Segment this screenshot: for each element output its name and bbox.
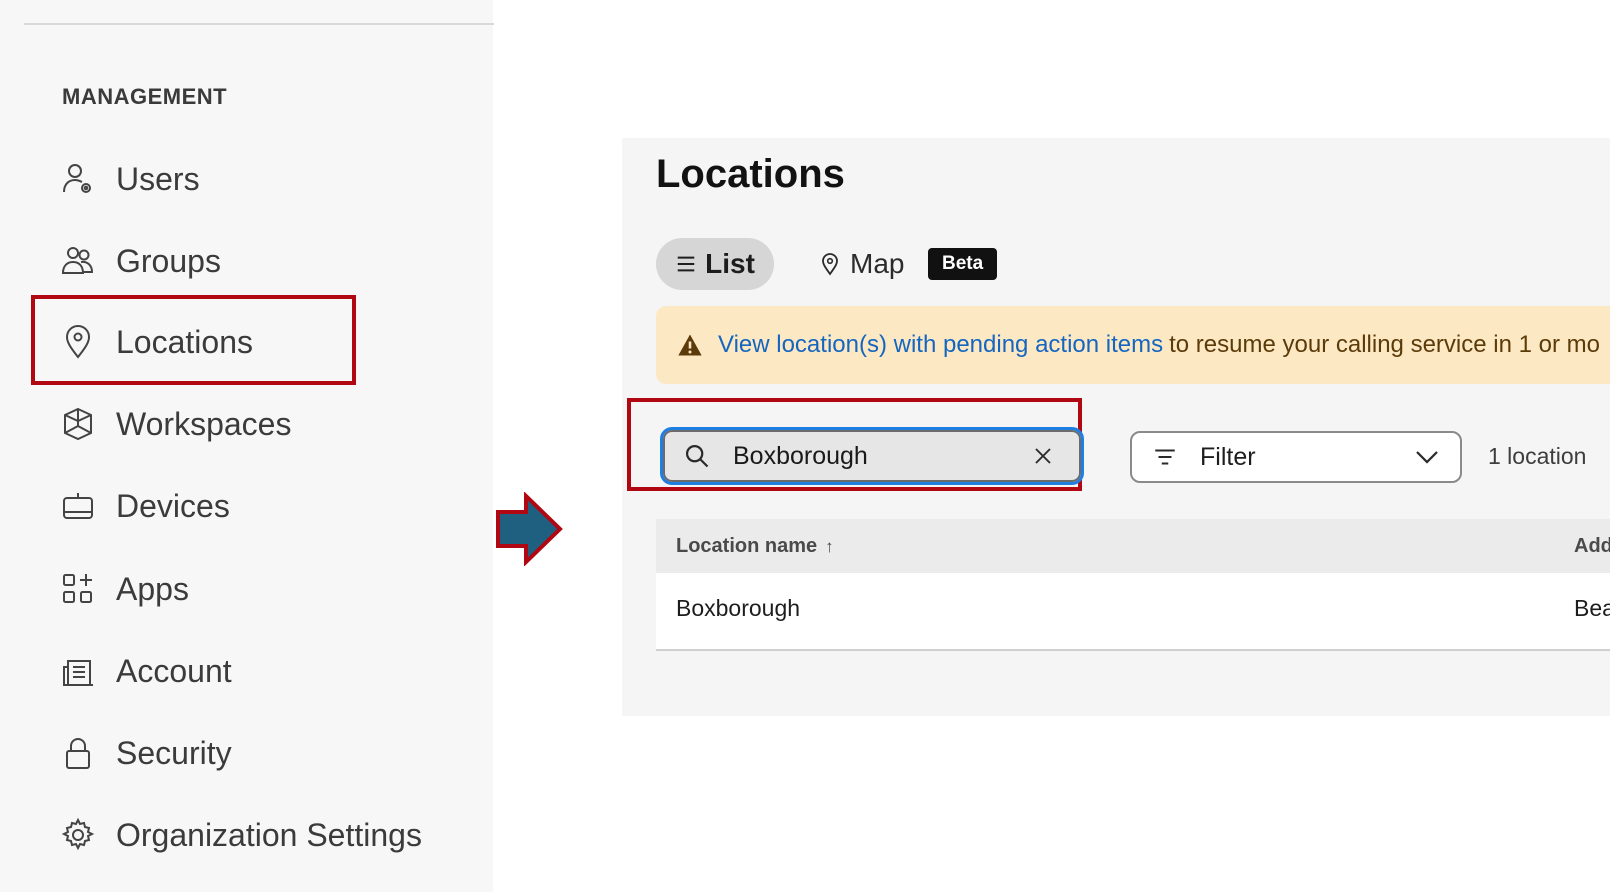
banner-text: to resume your calling service in 1 or m… <box>1169 331 1600 358</box>
locations-panel: Locations List Map Beta View location(s)… <box>622 138 1610 716</box>
clear-icon[interactable] <box>1031 444 1055 468</box>
sidebar-item-label: Security <box>116 734 232 771</box>
sidebar-item-organization-settings[interactable]: Organization Settings <box>58 810 478 860</box>
cell-address: Bea <box>1574 595 1610 621</box>
tab-map[interactable]: Map <box>818 238 904 290</box>
sidebar-divider <box>24 23 494 25</box>
sidebar-item-label: Devices <box>116 487 230 524</box>
tab-list-label: List <box>705 248 755 279</box>
sidebar-item-label: Locations <box>116 323 253 360</box>
table-row[interactable]: Boxborough Bea <box>656 573 1610 651</box>
sidebar-item-label: Users <box>116 160 200 197</box>
devices-icon <box>58 486 98 526</box>
section-heading: MANAGEMENT <box>62 84 228 109</box>
column-header-address[interactable]: Add <box>1574 535 1610 558</box>
sidebar-item-users[interactable]: Users <box>58 154 478 204</box>
sidebar-item-security[interactable]: Security <box>58 728 478 778</box>
map-pin-icon <box>822 253 838 276</box>
location-pin-icon <box>58 322 98 362</box>
sidebar-item-locations[interactable]: Locations <box>58 317 478 367</box>
sidebar-item-label: Groups <box>116 242 221 279</box>
sidebar: MANAGEMENT Users Groups Locations Worksp… <box>0 0 494 892</box>
sidebar-item-account[interactable]: Account <box>58 646 478 696</box>
filter-label: Filter <box>1200 442 1256 471</box>
sidebar-item-apps[interactable]: Apps <box>58 564 478 614</box>
filter-dropdown[interactable]: Filter <box>1130 431 1462 483</box>
workspaces-icon <box>58 404 98 444</box>
beta-badge: Beta <box>928 248 998 280</box>
account-icon <box>58 651 98 691</box>
pending-action-banner: View location(s) with pending action ite… <box>656 306 1610 384</box>
sidebar-item-label: Apps <box>116 570 189 607</box>
column-header-label: Location name <box>676 534 818 557</box>
sidebar-item-label: Organization Settings <box>116 816 422 853</box>
users-icon <box>58 159 98 199</box>
search-icon <box>685 444 709 468</box>
right-arrow-icon <box>496 492 563 566</box>
sort-ascending-icon: ↑ <box>825 536 834 556</box>
apps-icon <box>58 569 98 609</box>
tab-map-label: Map <box>850 248 905 279</box>
groups-icon <box>58 241 98 281</box>
lock-icon <box>58 733 98 773</box>
column-header-location-name[interactable]: Location name ↑ <box>676 535 834 558</box>
filter-icon <box>1155 449 1175 465</box>
cell-location-name: Boxborough <box>676 595 801 621</box>
result-count: 1 location <box>1488 443 1587 469</box>
sidebar-item-label: Account <box>116 652 232 689</box>
search-field[interactable] <box>660 427 1084 485</box>
gear-icon <box>58 815 98 855</box>
search-input[interactable] <box>731 440 1025 472</box>
table-header: Location name ↑ Add <box>656 519 1610 573</box>
sidebar-item-workspaces[interactable]: Workspaces <box>58 399 478 449</box>
sidebar-item-groups[interactable]: Groups <box>58 236 478 286</box>
pending-action-link[interactable]: View location(s) with pending action ite… <box>718 331 1163 359</box>
list-icon <box>677 256 695 272</box>
chevron-down-icon <box>1416 451 1438 464</box>
tab-list[interactable]: List <box>656 238 774 290</box>
sidebar-item-devices[interactable]: Devices <box>58 481 478 531</box>
warning-icon <box>678 334 702 356</box>
sidebar-item-label: Workspaces <box>116 405 292 442</box>
page-title: Locations <box>656 152 845 196</box>
